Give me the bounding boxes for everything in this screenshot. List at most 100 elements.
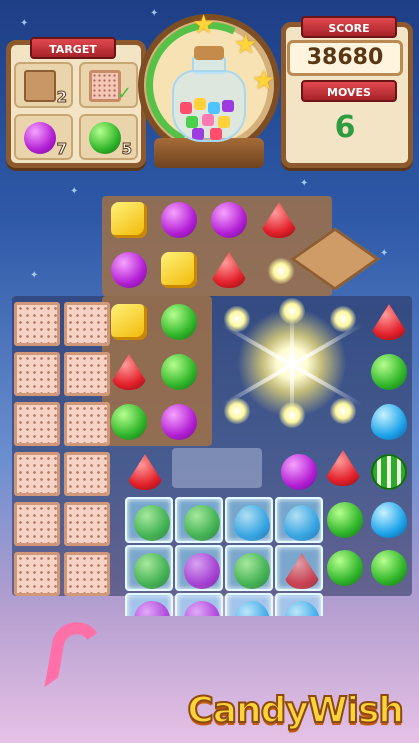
red-candy[interactable] bbox=[127, 454, 163, 490]
ice-cell[interactable] bbox=[124, 592, 174, 616]
ice-cell[interactable] bbox=[124, 496, 174, 544]
cracker-tile[interactable] bbox=[62, 500, 112, 548]
ice-cell[interactable] bbox=[174, 496, 224, 544]
red-candy[interactable] bbox=[111, 354, 147, 390]
ice-cell[interactable] bbox=[224, 592, 274, 616]
jar-pedestal bbox=[154, 138, 264, 168]
cracker-tile[interactable] bbox=[12, 400, 62, 448]
ice-cell[interactable] bbox=[274, 544, 324, 592]
moves-value: 6 bbox=[334, 110, 356, 145]
purple-candy[interactable] bbox=[281, 454, 317, 490]
board-cell[interactable] bbox=[274, 448, 324, 496]
board-cell[interactable] bbox=[154, 196, 204, 244]
red-candy[interactable] bbox=[261, 202, 297, 238]
red-candy[interactable] bbox=[325, 450, 361, 486]
green-candy[interactable] bbox=[111, 404, 147, 440]
red-candy[interactable] bbox=[371, 304, 407, 340]
ice-cell[interactable] bbox=[174, 544, 224, 592]
ice-cell[interactable] bbox=[274, 592, 324, 616]
board-cell[interactable] bbox=[104, 398, 154, 446]
blue-candy[interactable] bbox=[234, 601, 270, 616]
green-candy[interactable] bbox=[134, 553, 170, 589]
board-cell[interactable] bbox=[104, 196, 154, 244]
board-cell[interactable] bbox=[320, 544, 370, 592]
board-cell[interactable] bbox=[364, 448, 414, 496]
jar-cork bbox=[194, 46, 224, 60]
purple-candy[interactable] bbox=[161, 202, 197, 238]
blue-candy[interactable] bbox=[371, 404, 407, 440]
logo-area: CandyWish bbox=[0, 663, 419, 743]
board-cell[interactable] bbox=[364, 298, 414, 346]
green-candy[interactable] bbox=[184, 505, 220, 541]
target-item-crate: 2 bbox=[14, 62, 73, 108]
blue-candy[interactable] bbox=[371, 502, 407, 538]
purple-candy[interactable] bbox=[184, 601, 220, 616]
purple-candy[interactable] bbox=[211, 202, 247, 238]
board-cell[interactable] bbox=[104, 348, 154, 396]
ice-cell[interactable] bbox=[174, 592, 224, 616]
cracker-tile[interactable] bbox=[12, 450, 62, 498]
green-candy[interactable] bbox=[371, 550, 407, 586]
board-cell[interactable] bbox=[254, 196, 304, 244]
target-count: 5 bbox=[121, 140, 132, 159]
red-candy[interactable] bbox=[284, 553, 320, 589]
cracker-tile[interactable] bbox=[12, 500, 62, 548]
empty-slot bbox=[172, 448, 262, 488]
board-cell[interactable] bbox=[120, 448, 170, 496]
board-cell[interactable] bbox=[104, 298, 154, 346]
purple-candy[interactable] bbox=[111, 252, 147, 288]
purple-candy[interactable] bbox=[184, 553, 220, 589]
ice-cell[interactable] bbox=[274, 496, 324, 544]
board-cell[interactable] bbox=[154, 298, 204, 346]
yellow-candy[interactable] bbox=[111, 202, 147, 238]
board-cell[interactable] bbox=[364, 496, 414, 544]
cracker-tile[interactable] bbox=[62, 550, 112, 598]
ice-cell[interactable] bbox=[124, 544, 174, 592]
board-cell[interactable] bbox=[154, 398, 204, 446]
blue-candy[interactable] bbox=[234, 505, 270, 541]
purple-candy[interactable] bbox=[161, 404, 197, 440]
board-cell[interactable] bbox=[318, 444, 368, 492]
star-icon: ★ bbox=[192, 10, 216, 40]
target-item-cracker: ✓ bbox=[79, 62, 138, 108]
board-cell[interactable] bbox=[364, 544, 414, 592]
target-count: 7 bbox=[56, 140, 67, 159]
yellow-candy[interactable] bbox=[161, 252, 197, 288]
green-candy[interactable] bbox=[134, 505, 170, 541]
board-cell[interactable] bbox=[364, 348, 414, 396]
star-icon: ★ bbox=[252, 66, 276, 96]
game-logo: CandyWish bbox=[186, 689, 405, 732]
green-candy-icon bbox=[89, 122, 121, 154]
sparkle-orb bbox=[330, 306, 356, 332]
ice-cell[interactable] bbox=[224, 496, 274, 544]
game-board bbox=[12, 196, 412, 616]
blue-candy[interactable] bbox=[284, 601, 320, 616]
cracker-tile[interactable] bbox=[12, 550, 62, 598]
green-candy[interactable] bbox=[371, 354, 407, 390]
score-value: 38680 bbox=[287, 40, 403, 76]
striped-candy[interactable] bbox=[371, 454, 407, 490]
target-item-green: 5 bbox=[79, 114, 138, 160]
sparkle-icon: ✦ bbox=[150, 8, 159, 19]
purple-candy[interactable] bbox=[134, 601, 170, 616]
board-cell[interactable] bbox=[204, 196, 254, 244]
blue-candy[interactable] bbox=[284, 505, 320, 541]
green-candy[interactable] bbox=[234, 553, 270, 589]
red-candy[interactable] bbox=[211, 252, 247, 288]
cracker-tile[interactable] bbox=[12, 350, 62, 398]
crate-icon bbox=[24, 70, 56, 102]
cracker-tile[interactable] bbox=[62, 450, 112, 498]
green-candy[interactable] bbox=[161, 304, 197, 340]
board-cell[interactable] bbox=[320, 496, 370, 544]
board-cell[interactable] bbox=[204, 246, 254, 294]
green-candy[interactable] bbox=[161, 354, 197, 390]
board-cell[interactable] bbox=[104, 246, 154, 294]
cracker-tile[interactable] bbox=[12, 300, 62, 348]
board-cell[interactable] bbox=[154, 246, 204, 294]
board-cell[interactable] bbox=[154, 348, 204, 396]
green-candy[interactable] bbox=[327, 502, 363, 538]
yellow-candy[interactable] bbox=[111, 304, 147, 340]
green-candy[interactable] bbox=[327, 550, 363, 586]
ice-cell[interactable] bbox=[224, 544, 274, 592]
board-cell[interactable] bbox=[364, 398, 414, 446]
